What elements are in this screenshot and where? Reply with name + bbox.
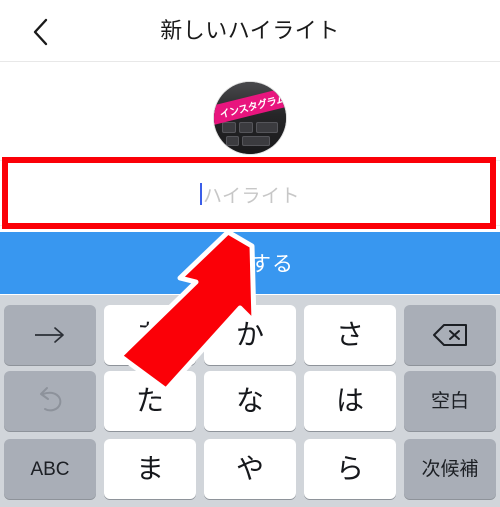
key-abc[interactable]: ABC <box>4 439 96 499</box>
key-label: 次候補 <box>421 458 479 480</box>
key-delete[interactable] <box>404 305 496 365</box>
add-button-label: 追加する <box>206 253 294 276</box>
key-label: た <box>135 385 164 416</box>
avatar[interactable]: インスタグラム <box>214 82 286 154</box>
key-ha[interactable]: は <box>304 371 396 431</box>
key-a[interactable]: あ <box>104 305 196 365</box>
avatar-decor-key <box>239 122 253 133</box>
key-label: ABC <box>30 458 70 480</box>
key-label: さ <box>335 319 364 350</box>
undo-icon <box>32 386 68 416</box>
key-sa[interactable]: さ <box>304 305 396 365</box>
key-undo[interactable] <box>4 371 96 431</box>
arrow-right-icon <box>30 324 70 346</box>
key-label: ま <box>135 453 164 484</box>
keyboard-row: た な は 空白 <box>0 371 500 431</box>
avatar-decor-key <box>222 122 236 133</box>
highlight-name-input[interactable]: ハイライト <box>0 160 500 226</box>
software-keyboard: あ か さ た な は 空白 ABC ま や ら 次候補 <box>0 295 500 507</box>
highlight-cover-avatar[interactable]: インスタグラム <box>214 82 286 154</box>
key-label: な <box>235 385 264 416</box>
key-ma[interactable]: ま <box>104 439 196 499</box>
keyboard-row: あ か さ <box>0 305 500 365</box>
page-title: 新しいハイライト <box>160 18 340 43</box>
key-ta[interactable]: た <box>104 371 196 431</box>
key-space[interactable]: 空白 <box>404 371 496 431</box>
key-label: あ <box>135 319 164 350</box>
avatar-decor-key <box>242 136 270 146</box>
input-content: ハイライト <box>0 161 500 227</box>
input-placeholder: ハイライト <box>202 185 301 207</box>
key-next-candidate[interactable] <box>4 305 96 365</box>
key-ra[interactable]: ら <box>304 439 396 499</box>
backspace-icon <box>430 321 470 349</box>
text-caret <box>199 183 202 205</box>
avatar-decor-key <box>226 136 239 146</box>
key-next[interactable]: 次候補 <box>404 439 496 499</box>
key-label: や <box>235 453 264 484</box>
key-ka[interactable]: か <box>204 305 296 365</box>
key-label: か <box>235 319 264 350</box>
avatar-decor-key <box>256 122 278 133</box>
app-header: 新しいハイライト <box>0 0 500 62</box>
keyboard-row: ABC ま や ら 次候補 <box>0 439 500 499</box>
key-label: は <box>335 385 364 416</box>
screen-new-highlight: 新しいハイライト インスタグラム ハイライト 追加する あ か さ た な は … <box>0 0 500 507</box>
key-na[interactable]: な <box>204 371 296 431</box>
add-button[interactable]: 追加する <box>0 232 500 294</box>
key-label: 空白 <box>430 390 469 412</box>
key-label: ら <box>335 453 364 484</box>
key-ya[interactable]: や <box>204 439 296 499</box>
